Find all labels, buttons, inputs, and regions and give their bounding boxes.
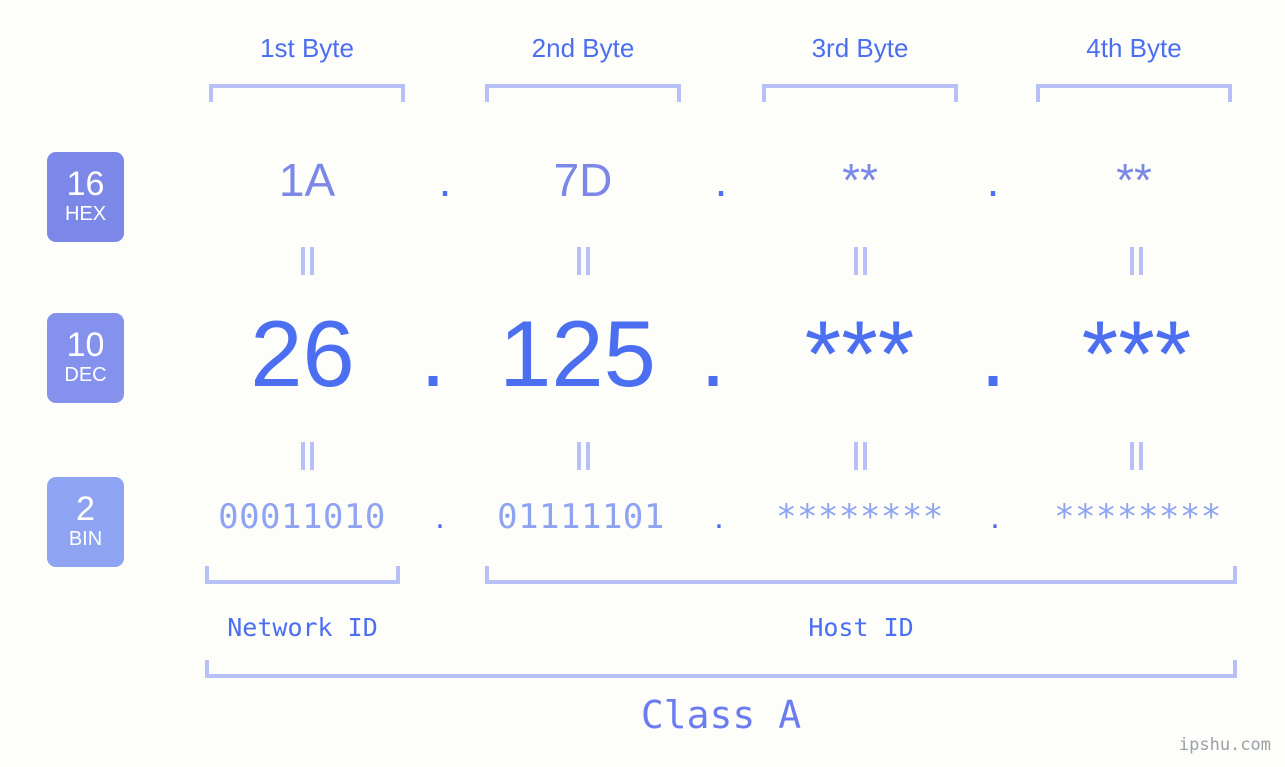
base-badge-bin-name: BIN <box>68 528 103 551</box>
dec-separator-3: . <box>979 301 1007 406</box>
hex-value-byte-4: ** <box>1116 154 1152 206</box>
base-badge-hex: 16 HEX <box>47 152 124 242</box>
ip-byte-breakdown-diagram: 1st Byte 2nd Byte 3rd Byte 4th Byte 16 H… <box>0 0 1285 767</box>
byte-header-label-3: 3rd Byte <box>811 33 909 63</box>
dec-value-byte-2: 125 <box>499 301 656 406</box>
bin-value-byte-2: 01111101 <box>497 497 665 537</box>
equals-connector-dec-bin-2 <box>572 441 594 471</box>
dec-value-byte-4: *** <box>1081 301 1192 406</box>
base-badge-dec-number: 10 <box>66 325 105 364</box>
byte-bracket-top-3 <box>762 84 958 102</box>
host-id-label: Host ID <box>808 613 914 642</box>
byte-header-label-4: 4th Byte <box>1086 33 1182 63</box>
dec-value-byte-3: *** <box>804 301 915 406</box>
base-badge-hex-name: HEX <box>64 203 107 226</box>
hex-value-byte-3: ** <box>842 154 878 206</box>
equals-connector-dec-bin-4 <box>1125 441 1147 471</box>
equals-connector-hex-dec-1 <box>296 246 318 276</box>
equals-connector-hex-dec-2 <box>572 246 594 276</box>
byte-bracket-top-2 <box>485 84 681 102</box>
network-id-bracket <box>205 566 400 584</box>
bin-value-byte-3: ******** <box>776 497 944 537</box>
hex-separator-3: . <box>986 154 1000 206</box>
host-id-bracket <box>485 566 1237 584</box>
class-bracket <box>205 660 1237 678</box>
dec-separator-1: . <box>419 301 447 406</box>
base-badge-hex-number: 16 <box>66 164 105 203</box>
byte-bracket-top-1 <box>209 84 405 102</box>
hex-value-byte-1: 1A <box>278 154 336 206</box>
byte-header-label-1: 1st Byte <box>260 33 354 63</box>
bin-separator-3: . <box>990 498 1000 536</box>
base-badge-dec: 10 DEC <box>47 313 124 403</box>
bin-separator-1: . <box>435 498 445 536</box>
network-id-label: Network ID <box>227 613 378 642</box>
dec-separator-2: . <box>699 301 727 406</box>
base-badge-dec-name: DEC <box>64 364 107 387</box>
dec-value-byte-1: 26 <box>250 301 355 406</box>
base-badge-bin-number: 2 <box>76 489 95 528</box>
hex-value-byte-2: 7D <box>553 154 613 206</box>
site-watermark: ipshu.com <box>1178 735 1271 755</box>
hex-separator-1: . <box>438 154 452 206</box>
equals-connector-hex-dec-3 <box>849 246 871 276</box>
bin-value-byte-4: ******** <box>1054 497 1222 537</box>
bin-value-byte-1: 00011010 <box>218 497 386 537</box>
base-badge-bin: 2 BIN <box>47 477 124 567</box>
hex-separator-2: . <box>714 154 728 206</box>
equals-connector-dec-bin-1 <box>296 441 318 471</box>
equals-connector-hex-dec-4 <box>1125 246 1147 276</box>
byte-header-label-2: 2nd Byte <box>531 33 635 63</box>
equals-connector-dec-bin-3 <box>849 441 871 471</box>
class-label: Class A <box>640 693 802 737</box>
byte-bracket-top-4 <box>1036 84 1232 102</box>
bin-separator-2: . <box>714 498 724 536</box>
